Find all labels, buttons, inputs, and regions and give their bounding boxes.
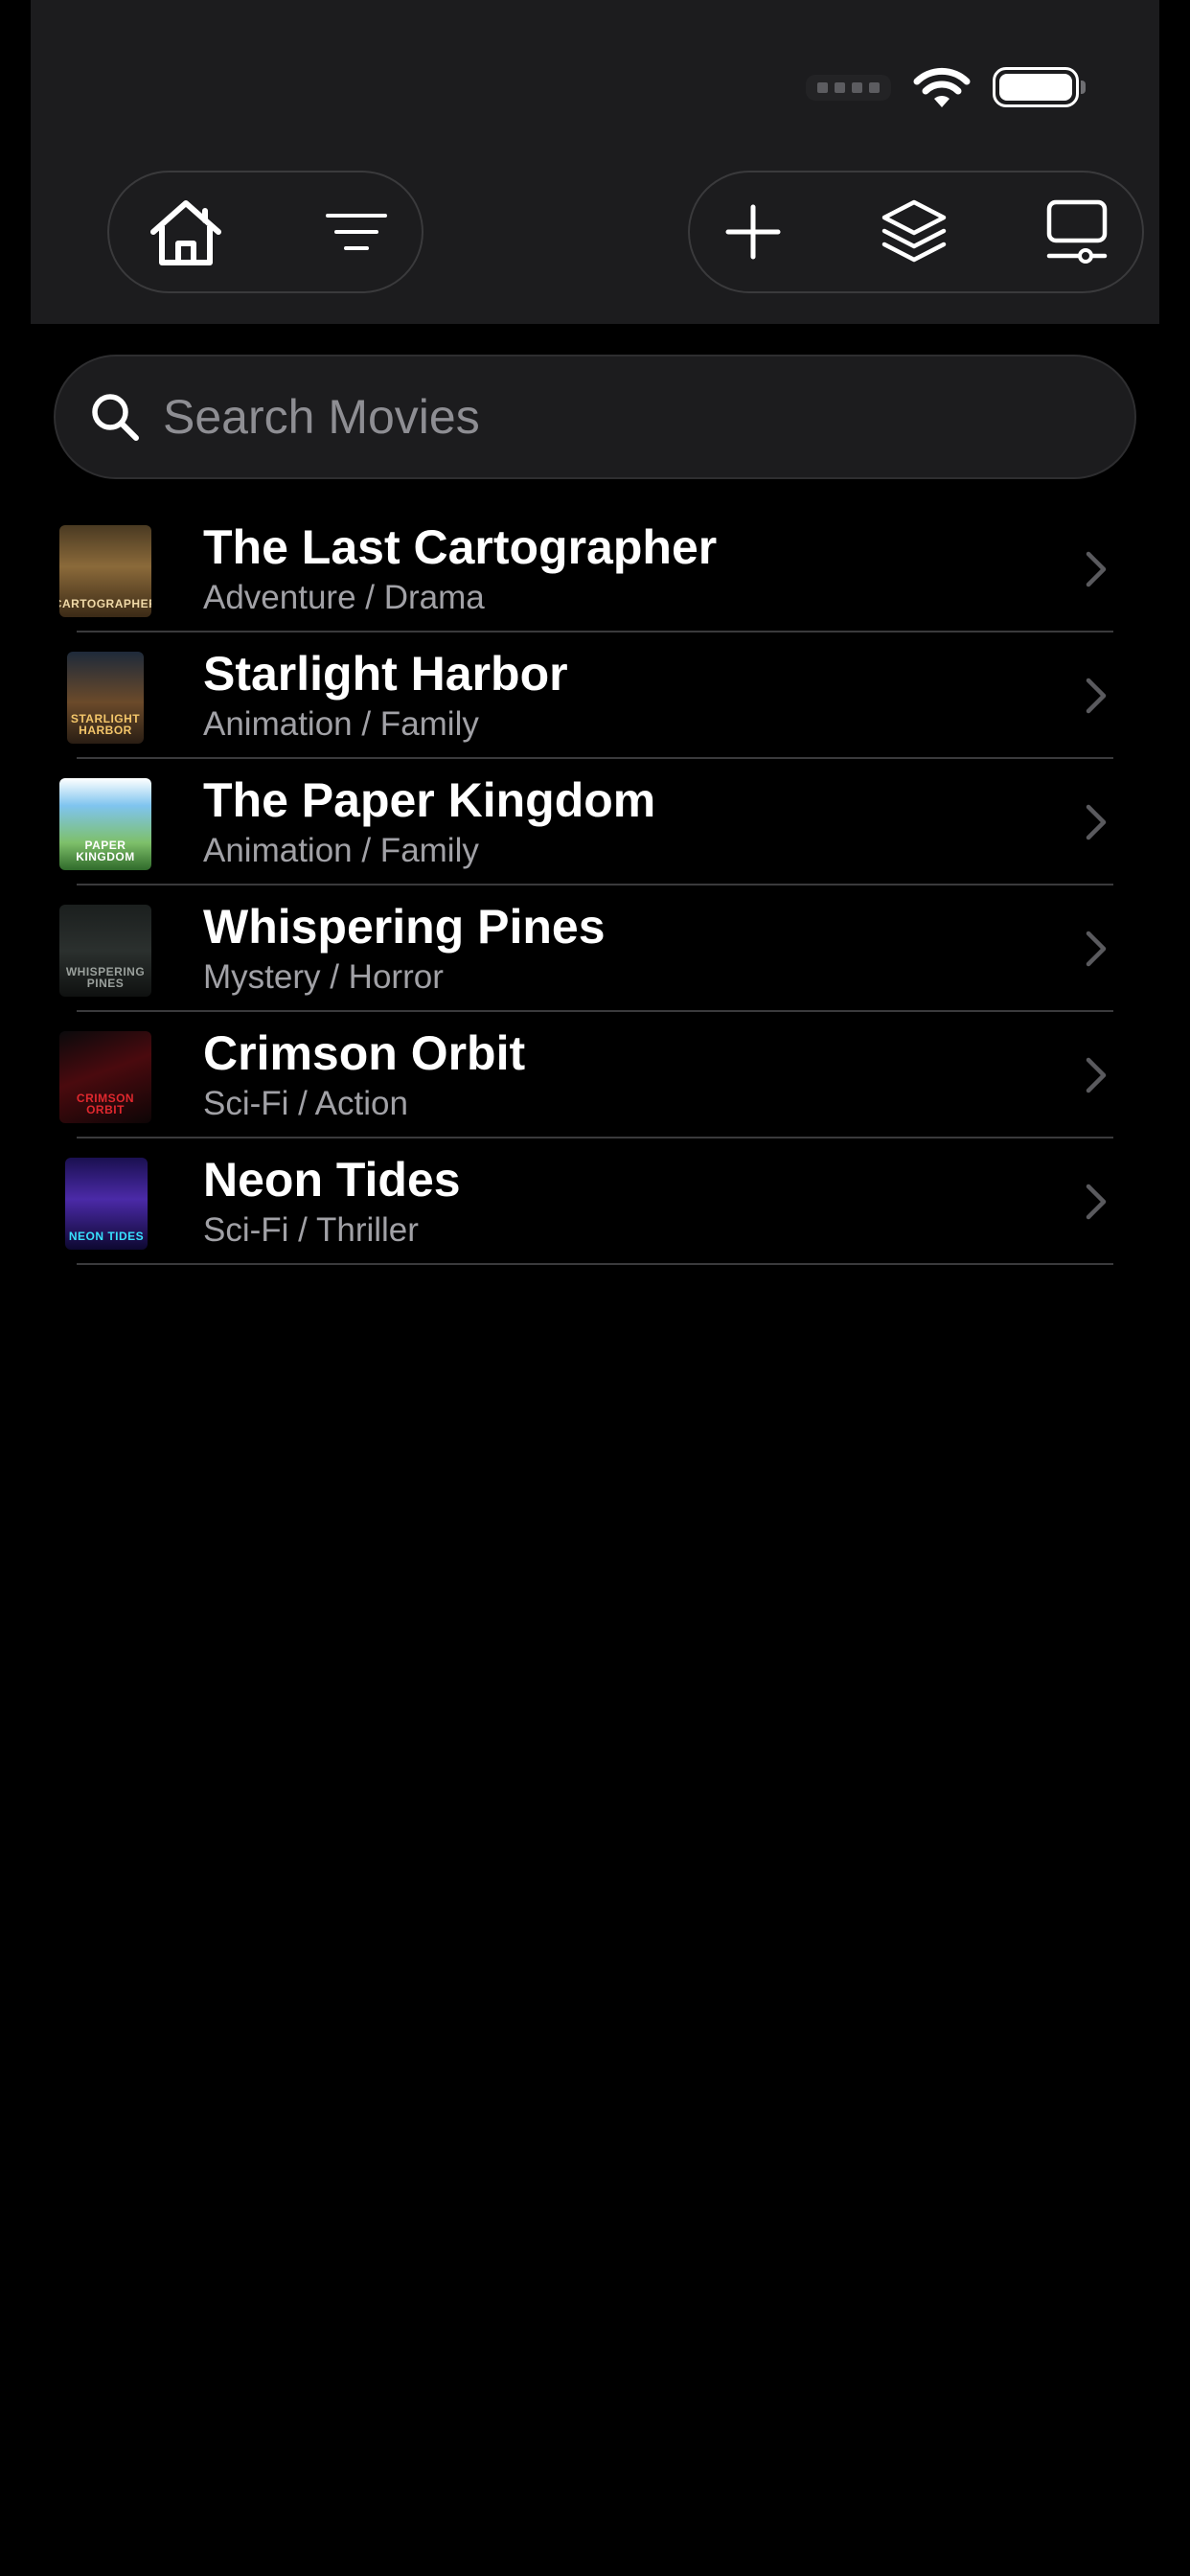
- layers-button[interactable]: [881, 198, 948, 265]
- movie-poster: STARLIGHT HARBOR: [67, 652, 144, 744]
- add-button[interactable]: [725, 204, 781, 260]
- movie-title: Crimson Orbit: [203, 1026, 526, 1080]
- layers-icon: [881, 199, 947, 263]
- chevron-right-icon: [1086, 931, 1107, 967]
- movie-genre: Adventure / Drama: [203, 579, 485, 616]
- movie-title: Starlight Harbor: [203, 647, 568, 701]
- poster-text: CRIMSON ORBIT: [76, 1092, 135, 1116]
- movie-poster: PAPER KINGDOM: [59, 778, 151, 870]
- movie-genre: Animation / Family: [203, 705, 479, 743]
- poster-text: CARTOGRAPHER: [59, 597, 151, 610]
- movie-poster: WHISPERING PINES: [59, 905, 151, 997]
- movie-poster: CRIMSON ORBIT: [59, 1031, 151, 1123]
- chevron-right-icon: [1086, 1057, 1107, 1093]
- display-settings-icon: [1046, 199, 1108, 264]
- movie-title: Neon Tides: [203, 1153, 461, 1207]
- poster-text: PAPER KINGDOM: [76, 839, 135, 863]
- movie-title: The Paper Kingdom: [203, 773, 656, 827]
- movie-genre: Mystery / Horror: [203, 958, 444, 996]
- search-bar[interactable]: [54, 355, 1136, 479]
- movie-poster: CARTOGRAPHER: [59, 525, 151, 617]
- chevron-right-icon: [1086, 1184, 1107, 1220]
- battery-fill: [999, 74, 1072, 101]
- movie-row-the-paper-kingdom[interactable]: PAPER KINGDOM The Paper Kingdom Animatio…: [0, 759, 1190, 886]
- filter-icon: [326, 214, 387, 250]
- chevron-right-icon: [1086, 678, 1107, 714]
- movie-row-neon-tides[interactable]: NEON TIDES Neon Tides Sci-Fi / Thriller: [0, 1138, 1190, 1265]
- wifi-icon: [913, 67, 971, 107]
- movie-title: Whispering Pines: [203, 900, 606, 954]
- toolbar-left-group: [107, 171, 423, 293]
- top-bar: [31, 0, 1159, 324]
- home-button[interactable]: [148, 197, 224, 266]
- movie-poster: NEON TIDES: [65, 1158, 148, 1250]
- add-icon: [725, 204, 781, 260]
- poster-text: WHISPERING PINES: [65, 965, 146, 990]
- movie-row-the-last-cartographer[interactable]: CARTOGRAPHER The Last Cartographer Adven…: [0, 506, 1190, 632]
- filter-button[interactable]: [325, 211, 388, 253]
- toolbar-right-group: [688, 171, 1144, 293]
- chevron-right-icon: [1086, 551, 1107, 587]
- movie-title: The Last Cartographer: [203, 520, 718, 574]
- display-settings-button[interactable]: [1045, 198, 1109, 265]
- movie-row-starlight-harbor[interactable]: STARLIGHT HARBOR Starlight Harbor Animat…: [0, 632, 1190, 759]
- battery-icon: [993, 67, 1086, 107]
- search-input[interactable]: [161, 388, 1134, 446]
- movie-genre: Sci-Fi / Thriller: [203, 1211, 419, 1249]
- poster-text: NEON TIDES: [68, 1230, 145, 1243]
- movie-row-crimson-orbit[interactable]: CRIMSON ORBIT Crimson Orbit Sci-Fi / Act…: [0, 1012, 1190, 1138]
- movie-list: CARTOGRAPHER The Last Cartographer Adven…: [0, 506, 1190, 1265]
- poster-text: STARLIGHT HARBOR: [70, 712, 141, 737]
- chevron-right-icon: [1086, 804, 1107, 840]
- home-icon: [150, 200, 221, 265]
- row-separator: [77, 1263, 1113, 1265]
- signal-dots-icon: [806, 74, 891, 101]
- search-icon: [92, 394, 139, 441]
- status-bar: [806, 63, 1086, 111]
- movie-genre: Animation / Family: [203, 832, 479, 869]
- movie-genre: Sci-Fi / Action: [203, 1085, 408, 1122]
- movie-row-whispering-pines[interactable]: WHISPERING PINES Whispering Pines Myster…: [0, 886, 1190, 1012]
